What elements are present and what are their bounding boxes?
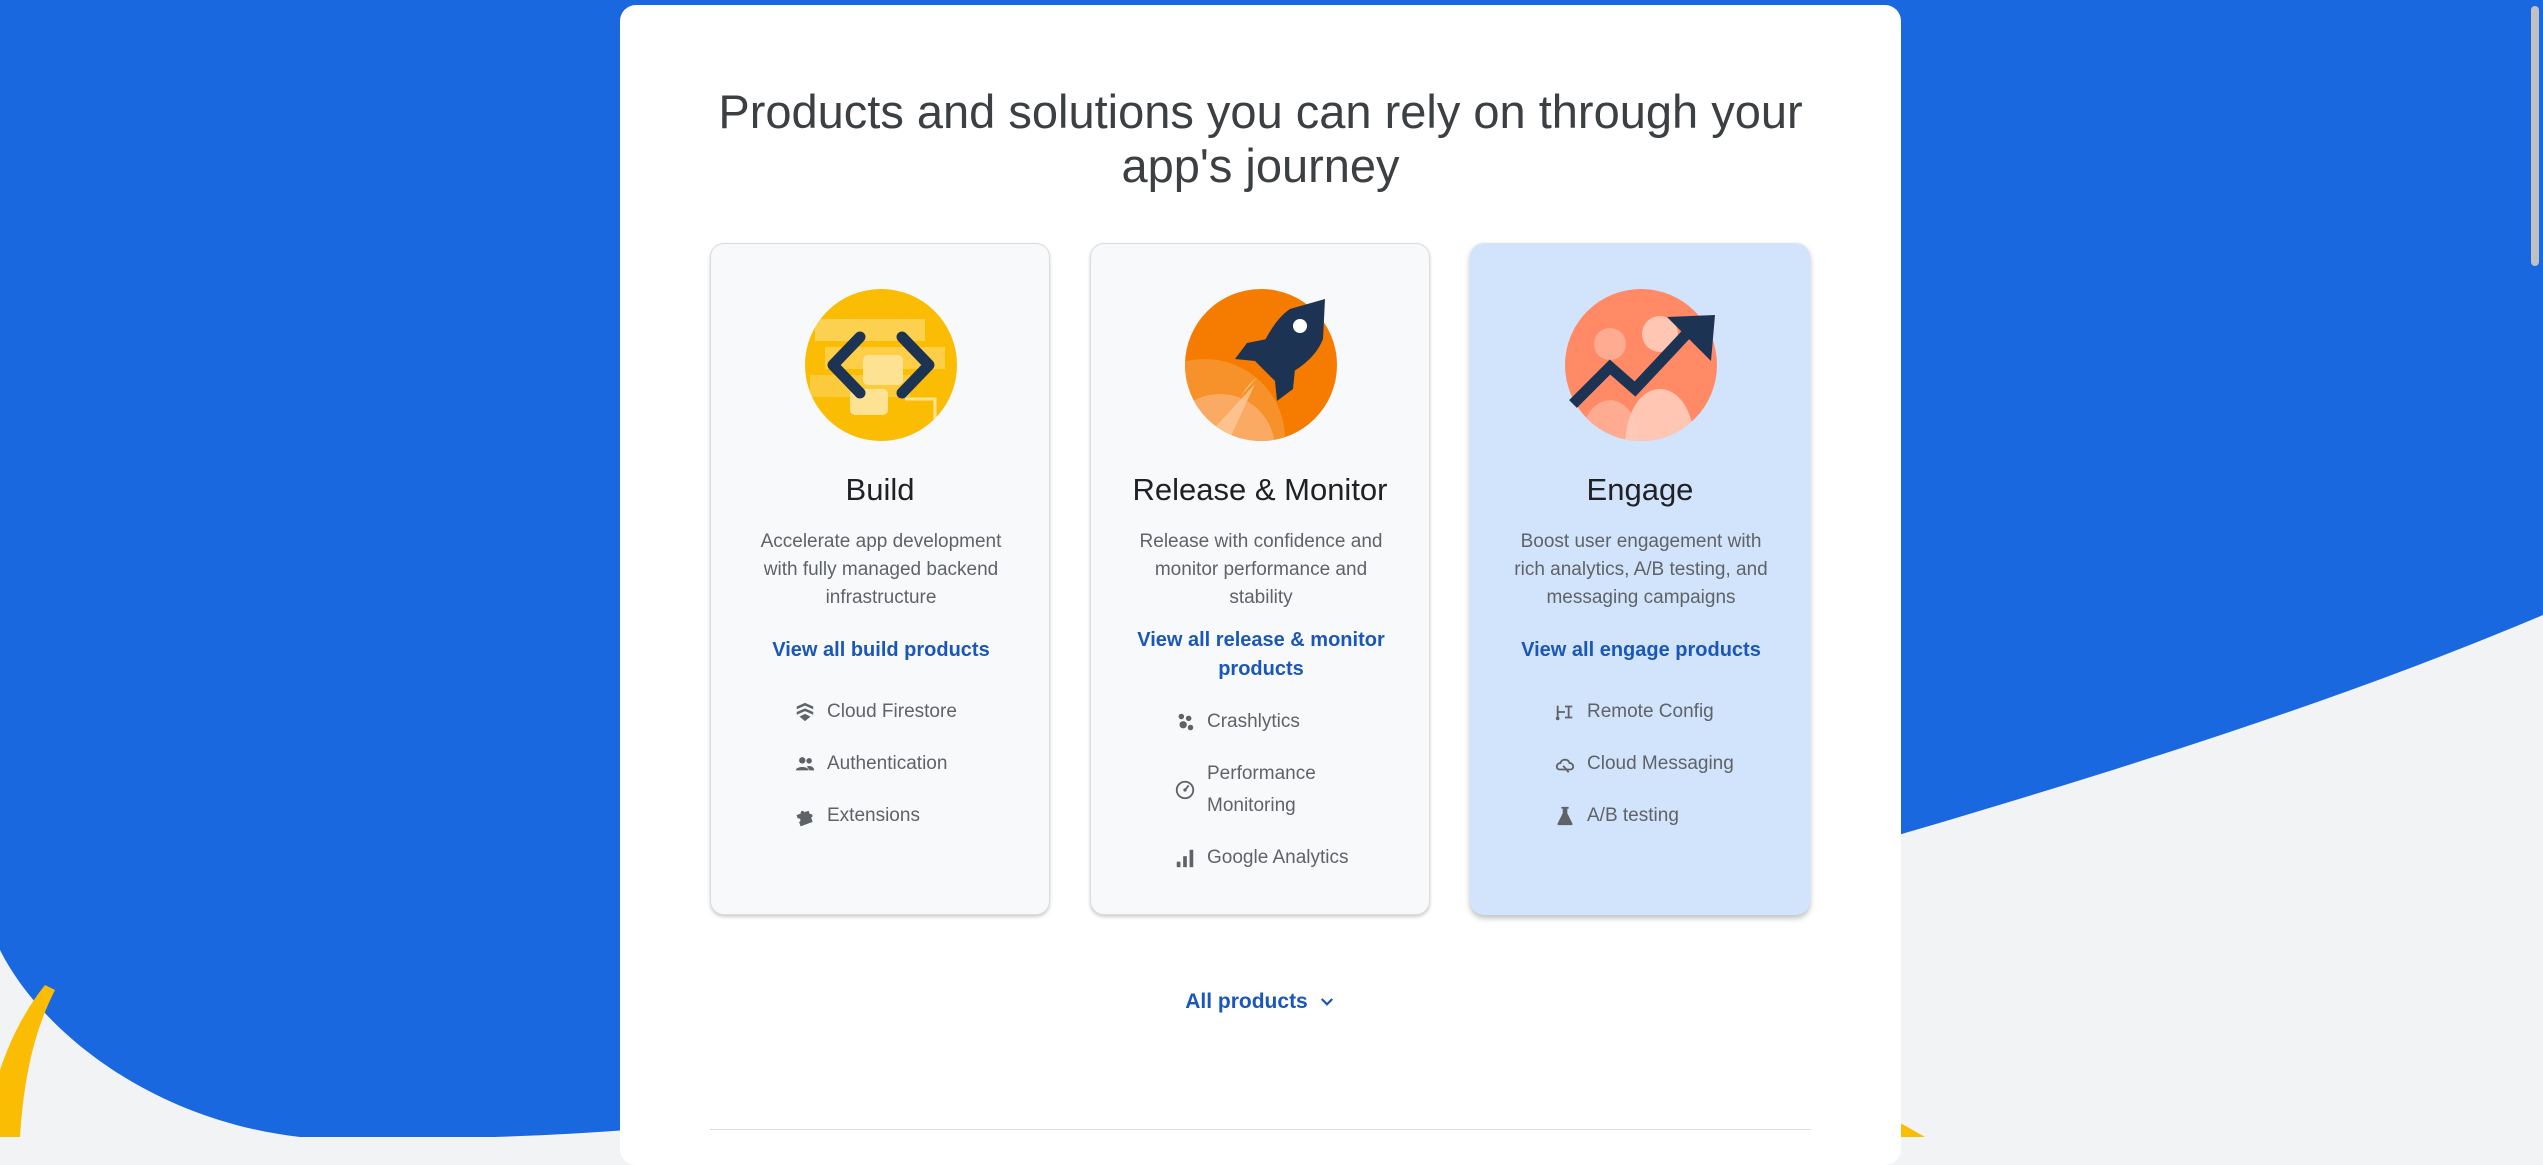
bar-chart-icon [1173, 846, 1197, 870]
card-description-line: stability [1229, 587, 1293, 608]
card-description: Boost user engagement with rich analytic… [1511, 528, 1771, 612]
card-engage[interactable]: Engage Boost user engagement with rich a… [1470, 243, 1810, 915]
feature-label-line: Performance [1207, 763, 1316, 784]
feature-remote-config[interactable]: Remote Config [1553, 696, 1714, 728]
view-all-release-monitor-link[interactable]: View all release & monitor products [1121, 626, 1401, 684]
feature-label: Cloud Messaging [1587, 753, 1734, 774]
feature-cloud-firestore[interactable]: Cloud Firestore [793, 696, 957, 728]
card-description-line: Release with confidence and [1139, 531, 1383, 552]
card-title: Release & Monitor [1132, 472, 1388, 507]
all-products-dropdown[interactable]: All products [620, 990, 1901, 1014]
feature-label: Remote Config [1587, 701, 1714, 722]
feature-authentication[interactable]: Authentication [793, 748, 947, 780]
headline-line-2: app's journey [1121, 139, 1400, 192]
card-description-line: monitor performance and [1154, 559, 1368, 580]
feature-label-line: Monitoring [1207, 795, 1296, 816]
feature-label: A/B testing [1587, 805, 1679, 826]
card-title: Engage [1586, 472, 1694, 507]
card-build[interactable]: Build Accelerate app development with fu… [710, 243, 1050, 915]
feature-performance-monitoring[interactable]: Performance Monitoring [1173, 758, 1316, 822]
feature-label: Extensions [827, 805, 920, 826]
card-description-line: messaging campaigns [1546, 587, 1736, 608]
feature-extensions[interactable]: Extensions [793, 800, 920, 832]
headline-line-1: Products and solutions you can rely on t… [718, 85, 1803, 138]
speedometer-icon [1173, 778, 1197, 802]
all-products-label: All products [1185, 990, 1308, 1013]
rocket-icon [1185, 289, 1337, 441]
firestore-icon [793, 700, 817, 724]
card-release-monitor[interactable]: Release & Monitor Release with confidenc… [1090, 243, 1430, 915]
feature-label: Performance Monitoring [1207, 758, 1316, 822]
feature-label: Crashlytics [1207, 711, 1300, 732]
build-code-icon [805, 289, 957, 441]
scrollbar-thumb[interactable] [2531, 6, 2539, 266]
people-icon [793, 752, 817, 776]
puzzle-icon [793, 804, 817, 828]
link-line: products [1218, 658, 1304, 680]
chevron-down-icon [1320, 998, 1333, 1007]
card-description-line: infrastructure [825, 587, 937, 608]
products-panel: Products and solutions you can rely on t… [620, 5, 1901, 1165]
feature-label: Google Analytics [1207, 847, 1349, 868]
page-scrollbar[interactable] [2527, 0, 2543, 1137]
feature-ab-testing[interactable]: A/B testing [1553, 800, 1679, 832]
link-line: View all release & monitor [1137, 629, 1385, 651]
view-all-engage-link[interactable]: View all engage products [1501, 636, 1781, 665]
card-title: Build [845, 472, 915, 507]
trending-up-icon [1565, 289, 1717, 441]
card-description: Accelerate app development with fully ma… [751, 528, 1011, 612]
remote-config-icon [1553, 700, 1577, 724]
view-all-build-link[interactable]: View all build products [741, 636, 1021, 665]
card-description-line: Boost user engagement with [1520, 531, 1762, 552]
flask-icon [1553, 804, 1577, 828]
feature-label: Cloud Firestore [827, 701, 957, 722]
section-headline: Products and solutions you can rely on t… [620, 85, 1901, 193]
card-description: Release with confidence and monitor perf… [1131, 528, 1391, 612]
feature-crashlytics[interactable]: Crashlytics [1173, 706, 1300, 738]
card-description-line: Accelerate app development [760, 531, 1002, 552]
feature-cloud-messaging[interactable]: Cloud Messaging [1553, 748, 1734, 780]
section-divider [710, 1129, 1811, 1130]
feature-label: Authentication [827, 753, 948, 774]
card-description-line: with fully managed backend [763, 559, 999, 580]
card-description-line: rich analytics, A/B testing, and [1514, 559, 1768, 580]
crashlytics-icon [1173, 710, 1197, 734]
cloud-messaging-icon [1553, 752, 1577, 776]
feature-google-analytics[interactable]: Google Analytics [1173, 842, 1349, 874]
